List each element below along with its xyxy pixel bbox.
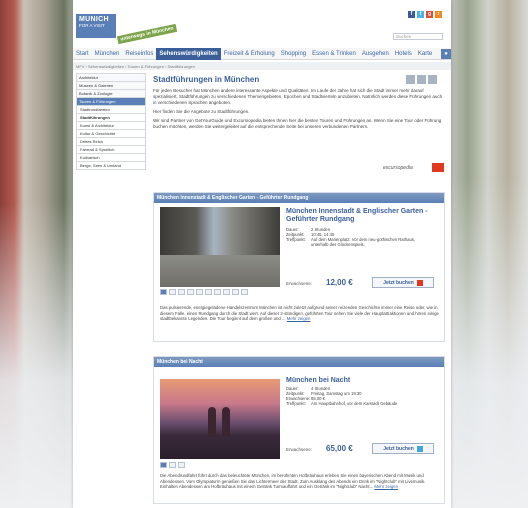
intro-text: Für jeden Besucher hat München andere in… <box>153 88 445 130</box>
intro-paragraph: Für jeden Besucher hat München andere in… <box>153 88 443 105</box>
partner-logo[interactable]: excursopedia <box>383 165 413 171</box>
thumbnail[interactable] <box>178 289 185 295</box>
nav-item-start[interactable]: Start <box>73 51 92 57</box>
tour-facts: Dauer: 2 Stunden Zeitpunkt: 10:45, 14:45 T… <box>286 227 421 247</box>
tour-title[interactable]: München bei Nacht <box>286 377 441 385</box>
nav-item-karte[interactable]: Karte <box>415 51 435 57</box>
thumbnail[interactable] <box>169 289 176 295</box>
fact-row: Treffpunkt: Auf dem Marienplatz: Vor dem … <box>286 237 421 247</box>
tour-description: Das pulsierende, energiegeladene Handels… <box>160 305 442 322</box>
sidebar-item-fahrrad[interactable]: Fahrrad & Sportlich <box>76 146 146 154</box>
tour-header: München bei Nacht <box>154 357 444 367</box>
twitter-icon[interactable]: t <box>417 11 424 18</box>
nav-item-ausgehen[interactable]: Ausgehen <box>359 51 392 57</box>
provider-badge-icon <box>416 445 423 452</box>
book-now-button[interactable]: Jetzt buchen <box>372 277 434 288</box>
thumbnail[interactable] <box>160 462 167 468</box>
sidebar-item-botanik[interactable]: Botanik & Zoologie <box>76 90 146 98</box>
page-tools <box>406 75 437 84</box>
thumbnail[interactable] <box>169 462 176 468</box>
main-nav: Start München Reiseinfos Sehenswürdigkei… <box>73 47 451 60</box>
nav-item-essen[interactable]: Essen & Trinken <box>309 51 359 57</box>
tour-price: 12,00 € <box>326 278 353 287</box>
book-now-button[interactable]: Jetzt buchen <box>372 443 434 454</box>
fact-value: Am Hauptbahnhof, vor dem Karstadt Gebäud… <box>311 401 398 406</box>
thumbnail-strip <box>160 462 185 468</box>
google-plus-icon[interactable]: g <box>426 11 433 18</box>
tour-title[interactable]: München Innenstadt & Englischer Garten -… <box>286 208 441 223</box>
breadcrumb[interactable]: MFV › Sehenswürdigkeiten › Touren & Führ… <box>73 62 451 70</box>
more-link[interactable]: Mehr zeigen <box>374 484 398 489</box>
background-right <box>448 0 528 508</box>
user-icon[interactable]: ● <box>441 48 451 59</box>
nav-item-reiseinfos[interactable]: Reiseinfos <box>122 51 156 57</box>
sidebar-item-stadtfuehrungen[interactable]: Stadtführungen <box>76 114 146 122</box>
thumbnail[interactable] <box>160 289 167 295</box>
tour-image[interactable] <box>160 207 280 287</box>
logo[interactable]: MUNICH FOR A VISIT <box>76 14 116 38</box>
intro-paragraph: Wir sind Partner von GetYourGuide und Ex… <box>153 118 442 129</box>
header: MUNICH FOR A VISIT unterwegs in München … <box>73 0 451 48</box>
sidebar-item-berge[interactable]: Berge, Seen & Umland <box>76 162 146 170</box>
logo-subtitle: FOR A VISIT <box>79 23 105 28</box>
sidebar-item-architektur[interactable]: Architektur <box>76 73 146 82</box>
fact-value: Auf dem Marienplatz: Vor dem neu-gothisc… <box>311 237 416 247</box>
church-tower <box>222 407 230 437</box>
sidebar-item-stadtrundfahrten[interactable]: Stadtrundfahrten <box>76 106 146 114</box>
nav-item-shopping[interactable]: Shopping <box>278 51 309 57</box>
thumbnail[interactable] <box>196 289 203 295</box>
tour-card: München bei Nacht München bei Nacht Daue… <box>153 356 445 504</box>
logo-title: MUNICH <box>79 16 109 23</box>
facebook-icon[interactable]: f <box>408 11 415 18</box>
thumbnail[interactable] <box>232 289 239 295</box>
provider-badge-icon <box>416 279 423 286</box>
tour-image[interactable] <box>160 379 280 459</box>
partner-badge-icon <box>432 163 444 172</box>
fact-row: Treffpunkt: Am Hauptbahnhof, vor dem Kars… <box>286 401 421 406</box>
book-label: Jetzt buchen <box>383 445 414 452</box>
share-icon[interactable] <box>406 75 415 84</box>
book-label: Jetzt buchen <box>383 279 414 286</box>
thumbnail[interactable] <box>214 289 221 295</box>
print-icon[interactable] <box>428 75 437 84</box>
social-links: f t g r <box>408 11 442 18</box>
nav-item-hotels[interactable]: Hotels <box>392 51 415 57</box>
tour-facts: Dauer: 4 Stunden Zeitpunkt: Freitag, Samst… <box>286 386 421 406</box>
sidebar-item-touren[interactable]: Touren & Führungen <box>76 98 146 106</box>
fact-key: Treffpunkt: <box>286 237 306 242</box>
search-input[interactable]: Suchen <box>393 33 443 40</box>
price-label: Erwachsene: <box>286 281 313 286</box>
tour-price: 65,00 € <box>326 444 353 453</box>
main-content: Stadtführungen in München Für jeden Besu… <box>153 75 445 172</box>
slogan: unterwegs in München <box>116 23 178 45</box>
more-link[interactable]: Mehr zeigen <box>287 316 311 321</box>
nav-item-muenchen[interactable]: München <box>92 51 123 57</box>
thumbnail[interactable] <box>223 289 230 295</box>
nav-item-sehenswuerdigkeiten[interactable]: Sehenswürdigkeiten <box>156 47 221 60</box>
church-tower <box>208 407 216 437</box>
rss-icon[interactable]: r <box>435 11 442 18</box>
sidebar-item-kulinarisch[interactable]: Kulinarisch <box>76 154 146 162</box>
page: MUNICH FOR A VISIT unterwegs in München … <box>73 0 451 508</box>
nav-item-freizeit[interactable]: Freizeit & Erholung <box>221 51 278 57</box>
sidebar-item-drittes-reich[interactable]: Drittes Reich <box>76 138 146 146</box>
tour-header: München Innenstadt & Englischer Garten -… <box>154 193 444 203</box>
page-title: Stadtführungen in München <box>153 75 260 84</box>
thumbnail[interactable] <box>187 289 194 295</box>
sidebar: Architektur Museen & Galerien Botanik & … <box>76 73 146 170</box>
email-icon[interactable] <box>417 75 426 84</box>
sidebar-item-kultur[interactable]: Kultur & Geschichte <box>76 130 146 138</box>
thumbnail[interactable] <box>205 289 212 295</box>
intro-paragraph: Hier finden Sie die Angebote zu Stadtfüh… <box>153 109 250 114</box>
price-label: Erwachsene: <box>286 447 313 452</box>
tour-description: Die Abendrundfahrt führt durch das beleu… <box>160 473 442 490</box>
sidebar-item-kunst[interactable]: Kunst & Architektur <box>76 122 146 130</box>
fact-key: Treffpunkt: <box>286 401 306 406</box>
tour-card: München Innenstadt & Englischer Garten -… <box>153 192 445 342</box>
sidebar-item-museen[interactable]: Museen & Galerien <box>76 82 146 90</box>
thumbnail[interactable] <box>178 462 185 468</box>
background-left <box>0 0 80 508</box>
thumbnail-strip <box>160 289 248 295</box>
thumbnail[interactable] <box>241 289 248 295</box>
